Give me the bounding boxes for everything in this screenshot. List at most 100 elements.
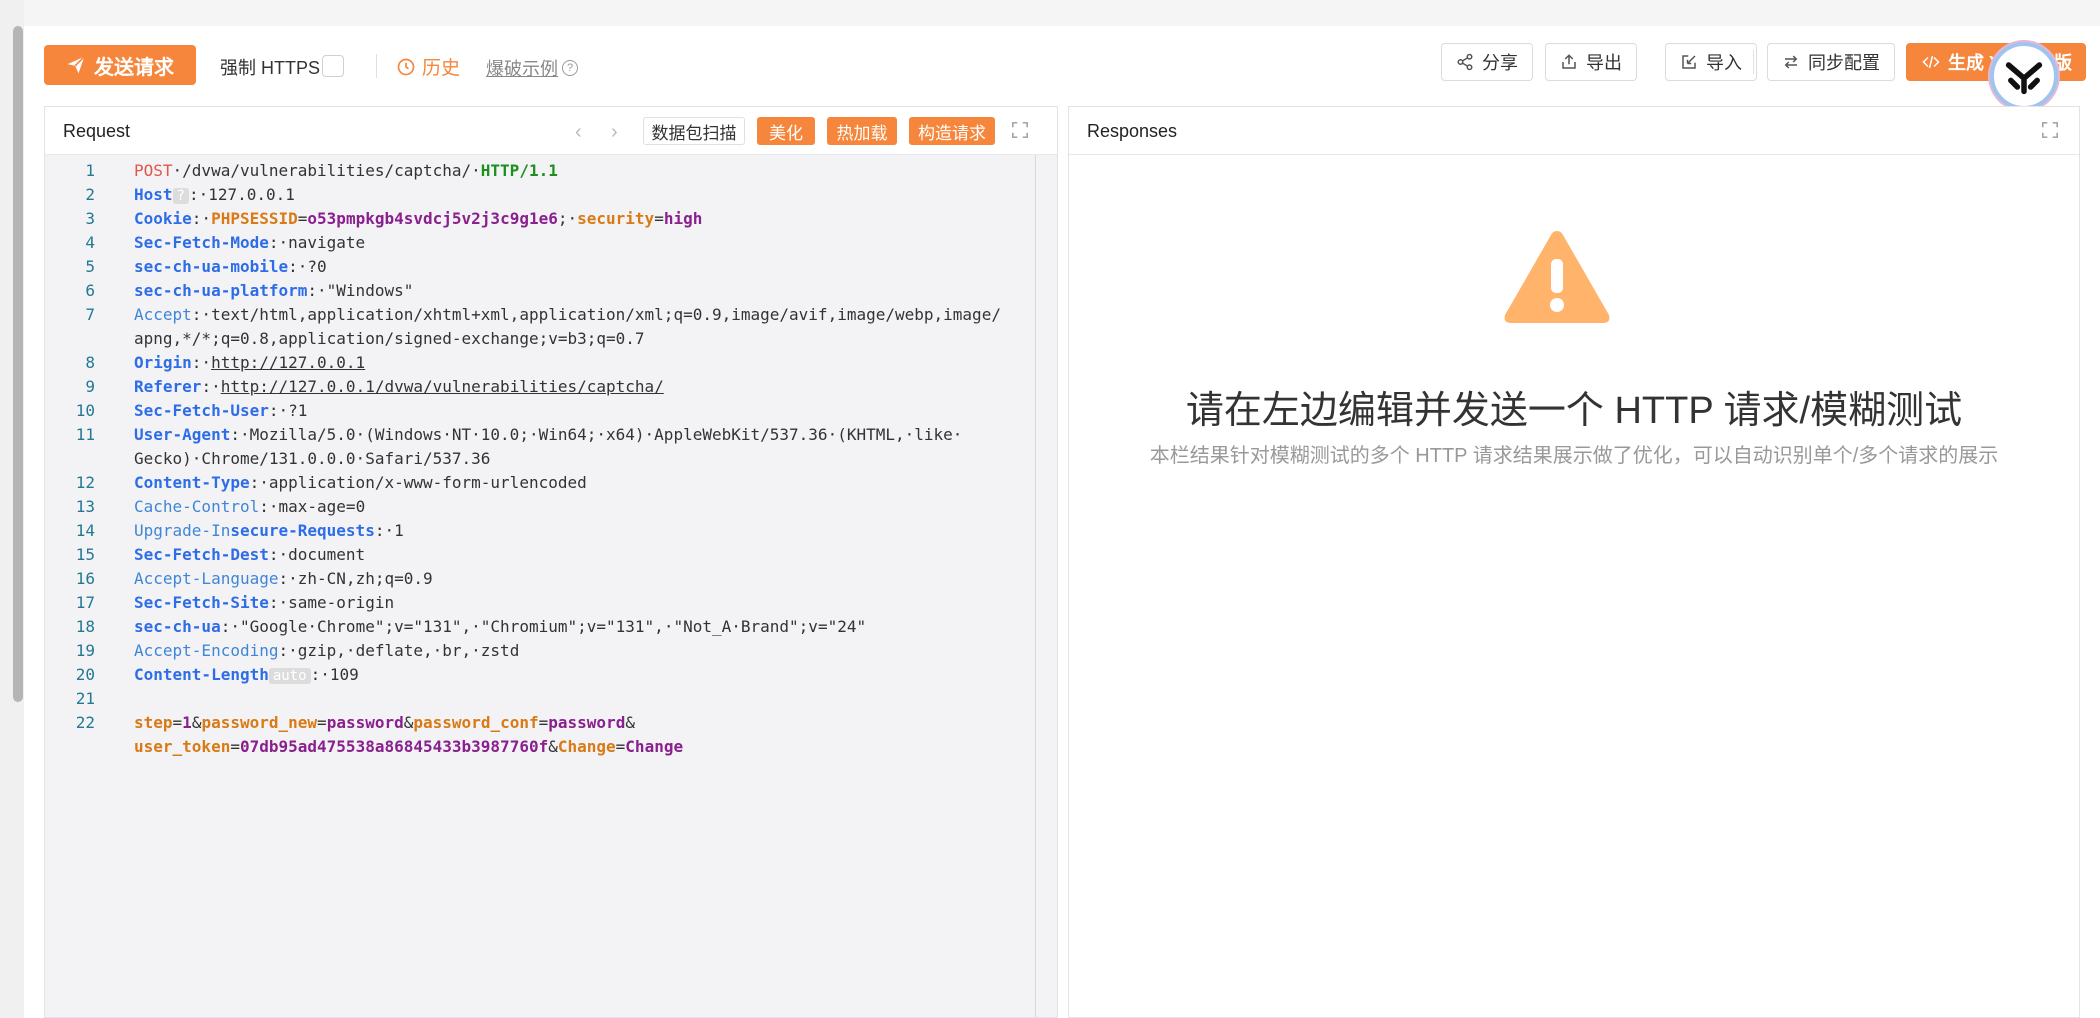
code-token: o53pmpkgb4svdcj5v2j3c9g1e6 xyxy=(307,209,558,228)
code-content: Gecko)·Chrome/131.0.0.0·Safari/537.36 xyxy=(134,447,490,471)
code-token: http://127.0.0.1 xyxy=(211,353,366,372)
code-content: Cache-Control:·max-age=0 xyxy=(134,495,365,519)
editor-scrollbar[interactable] xyxy=(1035,155,1036,1017)
code-token: 1 xyxy=(182,713,192,732)
send-request-button[interactable]: 发送请求 xyxy=(44,45,196,85)
code-token: Sec-Fetch-Site xyxy=(134,593,269,612)
code-token: :·"Google·Chrome";v="131",·"Chromium";v=… xyxy=(220,617,867,636)
code-token: :·same-origin xyxy=(268,593,395,612)
share-button[interactable]: 分享 xyxy=(1441,43,1533,81)
clock-icon xyxy=(397,58,415,75)
code-token: :·109 xyxy=(310,665,359,684)
code-content: Host?:·127.0.0.1 xyxy=(134,183,295,208)
code-token: ;· xyxy=(557,209,578,228)
code-token: = xyxy=(654,209,664,228)
packet-scan-button[interactable]: 数据包扫描 xyxy=(643,117,745,145)
share-label: 分享 xyxy=(1482,53,1518,73)
code-token: Sec-Fetch-Mode xyxy=(134,233,269,252)
code-content: Origin:·http://127.0.0.1 xyxy=(134,351,365,375)
line-number: 20 xyxy=(75,665,95,684)
code-content: User-Agent:·Mozilla/5.0·(Windows·NT·10.0… xyxy=(134,423,962,447)
sync-config-button[interactable]: 同步配置 xyxy=(1767,43,1895,81)
code-token: :·text/html,application/xhtml+xml,applic… xyxy=(191,305,1001,324)
line-number: 16 xyxy=(75,569,95,588)
help-icon[interactable]: ? xyxy=(562,60,578,76)
line-number: 8 xyxy=(85,353,95,372)
web-fuzzer-page: 发送请求 强制 HTTPS 历史 爆破示例 ? 分享 导出 导入 同步配置 生成… xyxy=(24,26,2100,1018)
build-request-button[interactable]: 构造请求 xyxy=(909,117,995,145)
code-token: password xyxy=(548,713,626,732)
line-number: 14 xyxy=(75,521,95,540)
code-token: Cache-Control xyxy=(134,497,260,516)
code-token: Content-Type xyxy=(134,473,250,492)
request-editor[interactable]: 1 POST·/dvwa/vulnerabilities/captcha/·HTT… xyxy=(45,155,1057,1017)
code-token: sec-ch-ua xyxy=(134,617,221,636)
code-token: password_conf xyxy=(413,713,539,732)
toolbar: 发送请求 强制 HTTPS 历史 爆破示例 ? 分享 导出 导入 同步配置 生成 xyxy=(24,26,2100,110)
code-token: Content-Length xyxy=(134,665,269,684)
force-https-checkbox[interactable] xyxy=(322,55,344,77)
response-panel-title: Responses xyxy=(1087,121,1178,141)
code-token: :·Mozilla/5.0·(Windows·NT·10.0;·Win64;·x… xyxy=(230,425,963,444)
code-content: Sec-Fetch-Mode:·navigate xyxy=(134,231,365,255)
line-number: 17 xyxy=(75,593,95,612)
fullscreen-icon[interactable] xyxy=(1011,121,1029,139)
code-token: & xyxy=(625,713,635,732)
hot-reload-button[interactable]: 热加载 xyxy=(827,117,897,145)
code-content: sec-ch-ua-mobile:·?0 xyxy=(134,255,327,279)
beautify-button[interactable]: 美化 xyxy=(757,117,815,145)
force-https-label: 强制 HTTPS xyxy=(220,58,321,78)
code-content: Content-Length auto:·109 xyxy=(134,663,359,688)
code-token: Cookie xyxy=(134,209,192,228)
code-token: 07db95ad475538a86845433b3987760f xyxy=(239,737,549,756)
request-panel-title: Request xyxy=(63,121,131,141)
code-token: security xyxy=(577,209,655,228)
code-token: password xyxy=(326,713,404,732)
export-button[interactable]: 导出 xyxy=(1545,43,1637,81)
code-content: Sec-Fetch-Site:·same-origin xyxy=(134,591,394,615)
code-token: Accept-Language xyxy=(134,569,279,588)
code-token: :·1 xyxy=(374,521,404,540)
code-content: apng,*/*;q=0.8,application/signed-exchan… xyxy=(134,327,645,351)
code-token: = xyxy=(317,713,327,732)
code-token: secure-Requests xyxy=(230,521,375,540)
empty-response-subtitle: 本栏结果针对模糊测试的多个 HTTP 请求结果展示做了优化，可以自动识别单个/多… xyxy=(1149,445,1999,467)
logo-icon xyxy=(2005,62,2043,95)
history-button[interactable]: 历史 xyxy=(396,53,460,80)
code-token: :· xyxy=(191,353,212,372)
line-number: 19 xyxy=(75,641,95,660)
code-token: = xyxy=(297,209,308,228)
code-token: :·zh-CN,zh;q=0.9 xyxy=(278,569,433,588)
code-content: step=1&password_new=password&password_co… xyxy=(134,711,635,735)
divider xyxy=(1753,50,1754,74)
fullscreen-icon[interactable] xyxy=(2041,121,2059,139)
code-token: = xyxy=(538,713,549,732)
assistant-avatar[interactable] xyxy=(1990,42,2058,110)
code-token: sec-ch-ua-platform xyxy=(134,281,308,300)
page-scrollbar-thumb[interactable] xyxy=(13,26,23,702)
code-token: step xyxy=(134,713,173,732)
code-content: Sec-Fetch-Dest:·document xyxy=(134,543,365,567)
previous-arrow-icon[interactable]: ‹ xyxy=(575,121,582,144)
line-number: 12 xyxy=(75,473,95,492)
code-token: = xyxy=(172,713,183,732)
warning-icon xyxy=(1504,231,1610,323)
blast-example-link[interactable]: 爆破示例 ? xyxy=(486,55,578,81)
import-button[interactable]: 导入 xyxy=(1665,43,1757,81)
line-number: 7 xyxy=(85,305,95,324)
code-content: POST·/dvwa/vulnerabilities/captcha/·HTTP… xyxy=(134,159,558,183)
import-label: 导入 xyxy=(1706,53,1742,73)
divider xyxy=(376,54,377,78)
line-number: 18 xyxy=(75,617,95,636)
code-token: HTTP/1.1 xyxy=(480,161,558,180)
line-number: 15 xyxy=(75,545,95,564)
code-token: high xyxy=(663,209,703,228)
inline-tag: ? xyxy=(172,188,189,204)
send-icon xyxy=(67,56,85,74)
code-token: http://127.0.0.1/dvwa/vulnerabilities/ca… xyxy=(220,377,664,396)
next-arrow-icon[interactable]: › xyxy=(611,121,618,144)
code-content: Accept:·text/html,application/xhtml+xml,… xyxy=(134,303,1001,327)
code-token: :·?1 xyxy=(268,401,308,420)
code-token: Accept xyxy=(134,305,192,324)
line-number: 4 xyxy=(85,233,95,252)
